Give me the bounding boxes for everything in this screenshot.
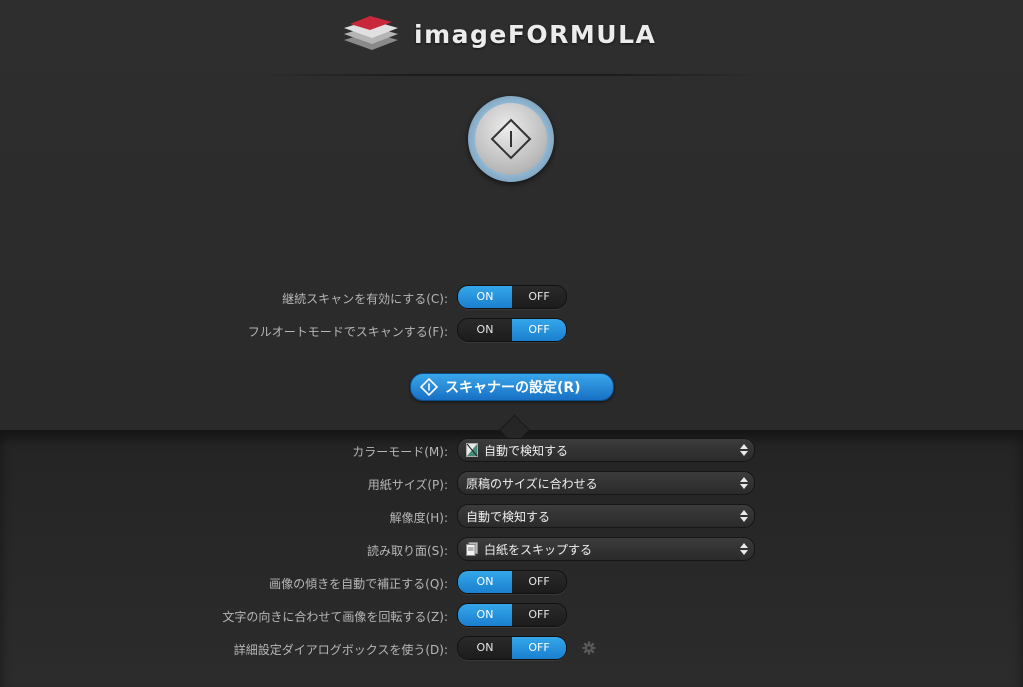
scan-start-button[interactable]	[468, 96, 554, 182]
advanced-dialog-toggle[interactable]: ON OFF	[457, 636, 567, 660]
advanced-dialog-off[interactable]: OFF	[512, 637, 566, 659]
scan-side-value: 白紙をスキップする	[484, 542, 593, 557]
resolution-value: 自動で検知する	[466, 509, 551, 524]
dropdown-arrows-icon	[740, 444, 748, 456]
rotate-on[interactable]: ON	[458, 604, 512, 626]
paper-size-value: 原稿のサイズに合わせる	[466, 476, 598, 491]
dropdown-arrows-icon	[740, 543, 748, 555]
scanner-settings-label: スキャナーの設定(R)	[445, 380, 581, 396]
full-auto-label: フルオートモードでスキャンする(F):	[247, 325, 448, 339]
rotate-toggle[interactable]: ON OFF	[457, 603, 567, 627]
advanced-dialog-on[interactable]: ON	[458, 637, 512, 659]
deskew-toggle[interactable]: ON OFF	[457, 570, 567, 594]
rotate-label: 文字の向きに合わせて画像を回転する(Z):	[222, 610, 448, 624]
continuous-scan-on[interactable]: ON	[458, 286, 512, 308]
dropdown-arrows-icon	[740, 510, 748, 522]
continuous-scan-off[interactable]: OFF	[512, 286, 566, 308]
deskew-on[interactable]: ON	[458, 571, 512, 593]
scanner-settings-button[interactable]: スキャナーの設定(R)	[410, 373, 614, 401]
full-auto-on[interactable]: ON	[458, 319, 512, 341]
logo-mark-icon	[344, 16, 398, 50]
paper-size-select[interactable]: 原稿のサイズに合わせる	[457, 471, 755, 495]
top-panel	[0, 0, 1023, 430]
scan-settings-icon	[419, 377, 439, 397]
full-auto-toggle[interactable]: ON OFF	[457, 318, 567, 342]
page-side-icon	[466, 542, 478, 556]
deskew-off[interactable]: OFF	[512, 571, 566, 593]
resolution-select[interactable]: 自動で検知する	[457, 504, 755, 528]
color-mode-value: 自動で検知する	[484, 443, 569, 458]
continuous-scan-label: 継続スキャンを有効にする(C):	[282, 292, 448, 306]
brand-name: imageFORMULA	[414, 19, 657, 49]
deskew-label: 画像の傾きを自動で補正する(Q):	[269, 577, 448, 591]
scan-start-icon	[490, 118, 532, 160]
scan-side-label: 読み取り面(S):	[366, 544, 448, 558]
scan-side-select[interactable]: 白紙をスキップする	[457, 537, 755, 561]
paper-size-label: 用紙サイズ(P):	[367, 478, 448, 492]
gear-icon[interactable]	[582, 641, 596, 655]
color-mode-label: カラーモード(M):	[352, 445, 448, 459]
color-mode-icon	[466, 443, 478, 457]
header-divider	[260, 74, 760, 76]
continuous-scan-toggle[interactable]: ON OFF	[457, 285, 567, 309]
resolution-label: 解像度(H):	[389, 511, 448, 525]
color-mode-select[interactable]: 自動で検知する	[457, 438, 755, 462]
brand-logo: imageFORMULA	[340, 14, 656, 54]
scan-button-face	[475, 103, 547, 175]
dropdown-arrows-icon	[740, 477, 748, 489]
advanced-dialog-label: 詳細設定ダイアログボックスを使う(D):	[233, 643, 448, 657]
full-auto-off[interactable]: OFF	[512, 319, 566, 341]
rotate-off[interactable]: OFF	[512, 604, 566, 626]
